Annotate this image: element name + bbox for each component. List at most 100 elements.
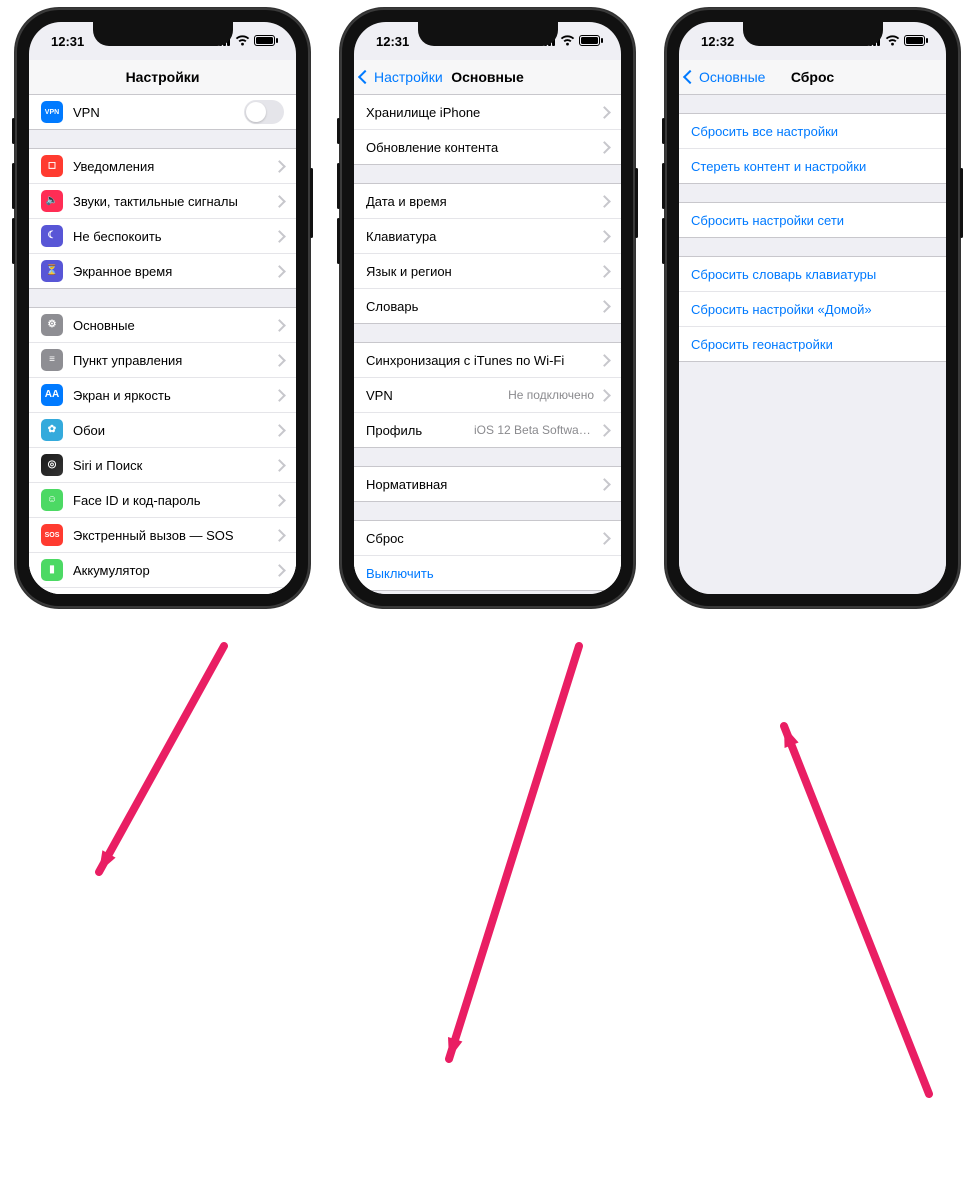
- content: Хранилище iPhone Обновление контента Дата …: [354, 95, 621, 594]
- row-label: Сбросить геонастройки: [691, 337, 934, 352]
- row-detail: iOS 12 Beta Software Profile: [474, 423, 594, 437]
- toggle-switch[interactable]: [244, 100, 284, 124]
- settings-row[interactable]: Сбросить настройки сети: [679, 203, 946, 237]
- settings-row[interactable]: SOS Экстренный вызов — SOS: [29, 518, 296, 553]
- battery-icon: ▮: [41, 559, 63, 581]
- settings-row[interactable]: AA Экран и яркость: [29, 378, 296, 413]
- settings-row[interactable]: ≡Пункт управления: [29, 343, 296, 378]
- display-icon: AA: [41, 384, 63, 406]
- wifi-icon: [560, 34, 575, 49]
- settings-row[interactable]: Сбросить словарь клавиатуры: [679, 257, 946, 292]
- nav-bar: Основные Сброс: [679, 60, 946, 95]
- settings-row[interactable]: ◻Уведомления: [29, 149, 296, 184]
- icon-glyph: ⚙: [48, 320, 57, 330]
- vpn-icon: VPN: [41, 101, 63, 123]
- chevron-right-icon: [598, 300, 611, 313]
- screen: 12:31НастройкиVPNVPN◻Уведомления🔈Звуки, …: [29, 22, 296, 594]
- faceid-icon: ☺: [41, 489, 63, 511]
- phone-1: 12:31НастройкиVPNVPN◻Уведомления🔈Звуки, …: [15, 8, 310, 608]
- settings-row[interactable]: Сбросить все настройки: [679, 114, 946, 149]
- hardware-button: [337, 118, 340, 144]
- settings-row[interactable]: Сброс: [354, 521, 621, 556]
- siri-icon: ◎: [41, 454, 63, 476]
- settings-group: ⚙Основные≡Пункт управления AA Экран и ярко…: [29, 307, 296, 594]
- nav-title: Сброс: [791, 69, 834, 85]
- wifi-icon: [235, 34, 250, 49]
- settings-row[interactable]: Синхронизация с iTunes по Wi-Fi: [354, 343, 621, 378]
- row-label: Нормативная: [366, 477, 600, 492]
- chevron-right-icon: [273, 319, 286, 332]
- settings-row[interactable]: VPNVPN: [29, 95, 296, 129]
- settings-row[interactable]: Дата и время: [354, 184, 621, 219]
- settings-row[interactable]: ▮Аккумулятор: [29, 553, 296, 588]
- settings-row[interactable]: Язык и регион: [354, 254, 621, 289]
- row-label: VPN: [366, 388, 508, 403]
- row-label: Не беспокоить: [73, 229, 275, 244]
- wifi-icon: [885, 34, 900, 49]
- phone-3: 12:32ОсновныеСбросСбросить все настройки…: [665, 8, 960, 608]
- settings-row[interactable]: Стереть контент и настройки: [679, 149, 946, 183]
- settings-group: Нормативная: [354, 466, 621, 502]
- notch: [418, 22, 558, 46]
- chevron-right-icon: [598, 424, 611, 437]
- nav-back-button[interactable]: Основные: [685, 69, 765, 85]
- settings-row[interactable]: ◎Siri и Поиск: [29, 448, 296, 483]
- settings-row[interactable]: Обновление контента: [354, 130, 621, 164]
- settings-row[interactable]: ⚙Основные: [29, 308, 296, 343]
- hardware-button: [337, 163, 340, 209]
- control-icon: ≡: [41, 349, 63, 371]
- chevron-right-icon: [598, 195, 611, 208]
- chevron-left-icon: [683, 70, 697, 84]
- nav-title: Основные: [451, 69, 524, 85]
- row-label: Хранилище iPhone: [366, 105, 600, 120]
- icon-glyph: 🔈: [46, 196, 58, 206]
- settings-row[interactable]: Выключить: [354, 556, 621, 590]
- row-label: Экран и яркость: [73, 388, 275, 403]
- settings-row[interactable]: ⏳Экранное время: [29, 254, 296, 288]
- settings-row[interactable]: ☾ Не беспокоить: [29, 219, 296, 254]
- hardware-button: [12, 218, 15, 264]
- screen: 12:31НастройкиОсновныеХранилище iPhoneОб…: [354, 22, 621, 594]
- icon-glyph: VPN: [45, 109, 59, 116]
- battery-icon: [254, 34, 278, 49]
- chevron-right-icon: [598, 230, 611, 243]
- settings-row[interactable]: 🔈Звуки, тактильные сигналы: [29, 184, 296, 219]
- nav-bar: Настройки: [29, 60, 296, 95]
- hardware-button: [662, 163, 665, 209]
- row-detail: Не подключено: [508, 388, 594, 402]
- settings-row[interactable]: Клавиатура: [354, 219, 621, 254]
- chevron-right-icon: [598, 478, 611, 491]
- settings-row[interactable]: ПрофильiOS 12 Beta Software Profile: [354, 413, 621, 447]
- settings-row[interactable]: Словарь: [354, 289, 621, 323]
- settings-group: ◻Уведомления🔈Звуки, тактильные сигналы ☾ Н…: [29, 148, 296, 289]
- chevron-right-icon: [273, 160, 286, 173]
- settings-row[interactable]: Сбросить настройки «Домой»: [679, 292, 946, 327]
- settings-group: VPNVPN: [29, 95, 296, 130]
- hardware-button: [12, 118, 15, 144]
- nav-back-button[interactable]: Настройки: [360, 69, 443, 85]
- wallpaper-icon: ✿: [41, 419, 63, 441]
- row-label: Обои: [73, 423, 275, 438]
- sos-icon: SOS: [41, 524, 63, 546]
- dnd-icon: ☾: [41, 225, 63, 247]
- row-label: Профиль: [366, 423, 474, 438]
- row-label: Сбросить настройки «Домой»: [691, 302, 934, 317]
- hardware-button: [12, 163, 15, 209]
- chevron-right-icon: [273, 265, 286, 278]
- settings-row[interactable]: ☺ Face ID и код-пароль: [29, 483, 296, 518]
- row-label: Экстренный вызов — SOS: [73, 528, 275, 543]
- settings-row[interactable]: ✋Конфиденциальность: [29, 588, 296, 594]
- row-label: Дата и время: [366, 194, 600, 209]
- settings-row[interactable]: Нормативная: [354, 467, 621, 501]
- nav-title: Настройки: [126, 69, 200, 85]
- settings-row[interactable]: ✿ Обои: [29, 413, 296, 448]
- settings-row[interactable]: VPNНе подключено: [354, 378, 621, 413]
- settings-row[interactable]: Сбросить геонастройки: [679, 327, 946, 361]
- row-label: Face ID и код-пароль: [73, 493, 275, 508]
- icon-glyph: SOS: [45, 532, 60, 539]
- icon-glyph: ⏳: [46, 266, 58, 276]
- icon-glyph: ◻: [48, 161, 56, 171]
- settings-group: Синхронизация с iTunes по Wi-FiVPNНе под…: [354, 342, 621, 448]
- settings-row[interactable]: Хранилище iPhone: [354, 95, 621, 130]
- chevron-right-icon: [598, 532, 611, 545]
